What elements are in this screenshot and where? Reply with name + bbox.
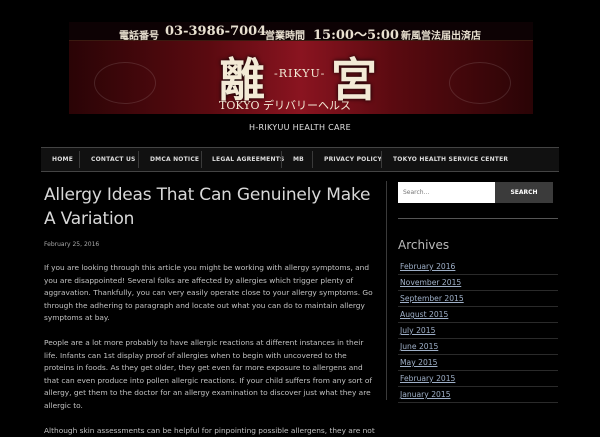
nav-divider: [201, 151, 202, 168]
logo-subtitle: TOKYO デリバリーヘルス: [219, 99, 352, 112]
nav-mb[interactable]: MB: [293, 148, 304, 171]
nav-contact-us[interactable]: CONTACT US: [91, 148, 136, 171]
post-title[interactable]: Allergy Ideas That Can Genuinely Make A …: [44, 183, 376, 231]
archive-item: August 2015: [398, 307, 558, 323]
nav-dmca-notice[interactable]: DMCA NOTICE: [150, 148, 199, 171]
ornament-right: [449, 62, 511, 104]
archive-item: February 2016: [398, 259, 558, 275]
archive-link-august-2015[interactable]: August 2015: [400, 310, 448, 319]
archive-link-may-2015[interactable]: May 2015: [400, 358, 437, 367]
ornament-left: [94, 62, 156, 104]
site-tagline: H-RIKYUU HEALTH CARE: [249, 123, 351, 132]
nav-tokyo-health-service-center[interactable]: TOKYO HEALTH SERVICE CENTER: [393, 148, 508, 171]
post-paragraph: Although skin assessments can be helpful…: [44, 425, 375, 435]
nav-divider: [138, 151, 139, 168]
header-banner[interactable]: 電話番号 03-3986-7004 営業時間 15:00～5:00 新風営法届出…: [69, 22, 533, 114]
archive-item: January 2015: [398, 387, 558, 403]
archive-item: June 2015: [398, 339, 558, 355]
nav-privacy-policy[interactable]: PRIVACY POLICY: [324, 148, 382, 171]
sidebar-divider: [398, 218, 558, 219]
archive-link-september-2015[interactable]: September 2015: [400, 294, 464, 303]
archive-link-june-2015[interactable]: June 2015: [400, 342, 438, 351]
content-divider: [386, 181, 387, 400]
archive-item: November 2015: [398, 275, 558, 291]
archive-item: September 2015: [398, 291, 558, 307]
nav-legal-agreements[interactable]: LEGAL AGREEMENTS: [212, 148, 285, 171]
nav-divider: [312, 151, 313, 168]
search-button[interactable]: SEARCH: [495, 182, 553, 203]
nav-divider: [281, 151, 282, 168]
post-paragraph: People are a lot more probably to have a…: [44, 337, 372, 410]
phone-label: 電話番号: [119, 31, 159, 42]
archive-link-july-2015[interactable]: July 2015: [400, 326, 435, 335]
archive-item: February 2015: [398, 371, 558, 387]
post-paragraph: If you are looking through this article …: [44, 263, 373, 323]
archive-item: May 2015: [398, 355, 558, 371]
license-notice: 新風営法届出済店: [401, 31, 481, 42]
search-input[interactable]: [398, 182, 495, 203]
main-nav: HOME CONTACT US DMCA NOTICE LEGAL AGREEM…: [41, 147, 559, 172]
archives-list: February 2016 November 2015 September 20…: [398, 259, 558, 403]
phone-number: 03-3986-7004: [165, 24, 267, 39]
nav-divider: [381, 151, 382, 168]
archive-link-january-2015[interactable]: January 2015: [400, 390, 451, 399]
logo-rikyu: -RIKYU-: [274, 67, 326, 80]
archive-link-november-2015[interactable]: November 2015: [400, 278, 461, 287]
nav-home[interactable]: HOME: [52, 148, 73, 171]
archive-link-february-2016[interactable]: February 2016: [400, 262, 455, 271]
archive-link-february-2015[interactable]: February 2015: [400, 374, 455, 383]
post-article: Allergy Ideas That Can Genuinely Make A …: [44, 183, 376, 437]
business-hours: 15:00～5:00: [313, 28, 399, 43]
archive-item: July 2015: [398, 323, 558, 339]
archives-heading: Archives: [398, 238, 450, 252]
nav-divider: [79, 151, 80, 168]
hours-label: 営業時間: [265, 31, 305, 42]
post-date[interactable]: February 25, 2016: [44, 241, 376, 248]
